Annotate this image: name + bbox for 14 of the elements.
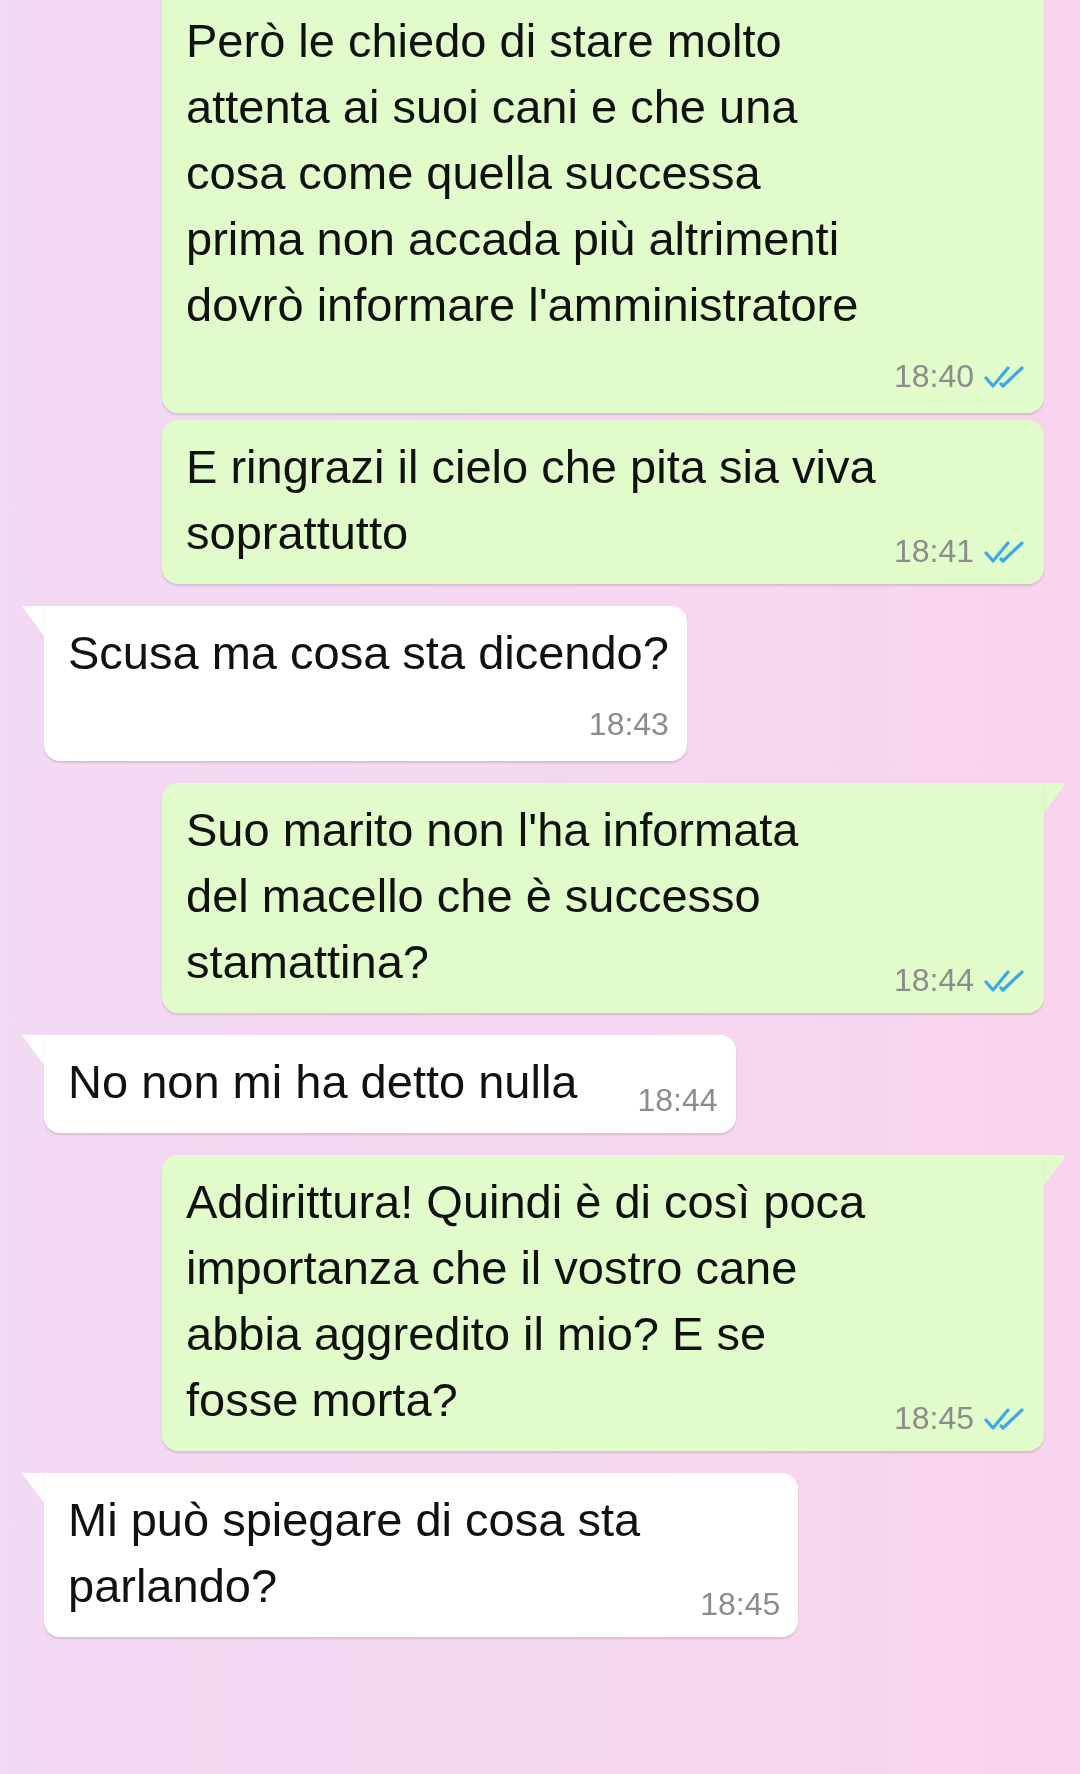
message-time: 18:43 (588, 706, 669, 743)
message-text: Scusa ma cosa sta dicendo? (68, 625, 669, 681)
message-time: 18:45 (893, 1400, 974, 1437)
message-text: Addirittura! Quindi è di così poca importanza che il vostro cane abbia aggredito il mio? E se fosse morta? (186, 1174, 866, 1428)
message-text: Mi può spiegare di cosa sta parlando? (68, 1492, 641, 1614)
message-text: E ringrazi il cielo che pita sia viva soprattutto (186, 439, 876, 561)
message-text: Però le chiedo di stare molto attenta ai suoi cani e che una cosa come quella successa prima non accada più altrimenti dovrò informare l'amministratore (186, 13, 859, 333)
message-time: 18:41 (893, 533, 974, 570)
message-time: 18:44 (637, 1082, 718, 1119)
message-time: 18:44 (893, 962, 974, 999)
message-time: 18:40 (893, 358, 974, 395)
message-time: 18:45 (700, 1586, 781, 1623)
message-text: No non mi ha detto nulla (68, 1054, 578, 1110)
message-text: Suo marito non l'ha informata del macello che è successo stamattina? (186, 802, 799, 990)
